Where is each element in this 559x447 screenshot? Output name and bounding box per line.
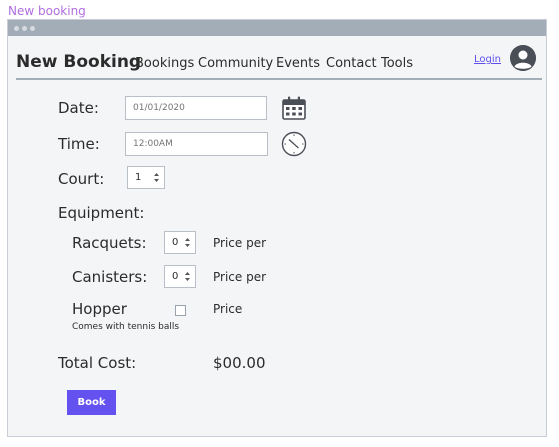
- window-dot-icon: [22, 26, 27, 31]
- window-dot-icon: [30, 26, 35, 31]
- time-input[interactable]: [125, 132, 268, 156]
- nav-link-tools[interactable]: Tools: [381, 56, 413, 71]
- window-dot-icon: [14, 26, 19, 31]
- hopper-note: Comes with tennis balls: [72, 322, 180, 332]
- book-button[interactable]: Book: [67, 390, 116, 415]
- racquets-select[interactable]: 0: [164, 231, 196, 254]
- clock-icon[interactable]: [281, 131, 307, 161]
- canisters-select[interactable]: 0: [164, 265, 196, 288]
- court-label: Court:: [58, 170, 105, 188]
- racquets-price: Price per: [213, 236, 267, 250]
- racquets-label: Racquets:: [72, 234, 147, 252]
- nav-link-contact[interactable]: Contact: [326, 56, 377, 71]
- select-arrows-icon: [185, 266, 190, 290]
- court-select[interactable]: 1: [127, 166, 165, 189]
- hopper-price: Price: [213, 302, 243, 316]
- select-arrows-icon: [185, 232, 190, 256]
- nav-link-events[interactable]: Events: [276, 56, 320, 71]
- calendar-icon[interactable]: [281, 95, 307, 125]
- equipment-label: Equipment:: [58, 204, 145, 222]
- canisters-label: Canisters:: [72, 268, 148, 286]
- canisters-select-value: 0: [172, 271, 179, 282]
- hopper-label: Hopper: [72, 300, 127, 318]
- court-select-value: 1: [135, 172, 142, 183]
- window-titlebar: [8, 20, 546, 36]
- date-input[interactable]: [125, 96, 267, 120]
- time-label: Time:: [58, 135, 100, 153]
- user-avatar-icon[interactable]: [510, 45, 536, 71]
- nav-link-bookings[interactable]: Bookings: [135, 56, 194, 71]
- total-cost-label: Total Cost:: [58, 354, 137, 372]
- window-title: New booking: [8, 4, 86, 18]
- canisters-price: Price per: [213, 270, 267, 284]
- date-label: Date:: [58, 99, 99, 117]
- select-arrows-icon: [154, 167, 159, 191]
- navbar: New Booking Bookings Community Events Co…: [16, 44, 542, 80]
- login-link[interactable]: Login: [474, 54, 501, 65]
- total-cost-value: $00.00: [213, 354, 266, 372]
- app-window: New Booking Bookings Community Events Co…: [7, 19, 547, 437]
- nav-link-community[interactable]: Community: [198, 56, 273, 71]
- hopper-checkbox[interactable]: [175, 305, 186, 316]
- page-title: New Booking: [16, 52, 142, 72]
- racquets-select-value: 0: [172, 237, 179, 248]
